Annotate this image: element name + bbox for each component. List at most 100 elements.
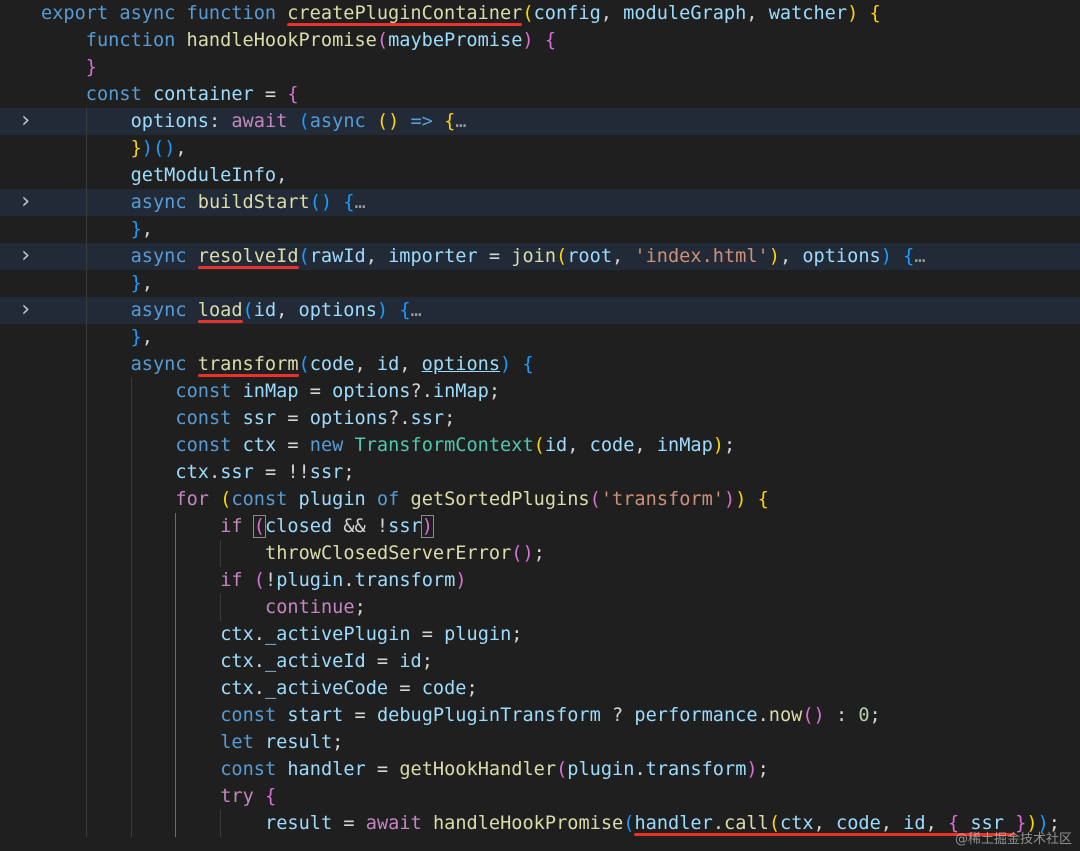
code-token: ) xyxy=(735,489,747,510)
code-token: for xyxy=(175,489,221,510)
code-line[interactable]: } xyxy=(0,54,1080,81)
code-token: = xyxy=(298,381,333,402)
code-text: for (const plugin of getSortedPlugins('t… xyxy=(175,486,768,513)
code-token: , xyxy=(141,273,153,294)
line-gutter xyxy=(0,648,42,675)
code-text: const ctx = new TransformContext(id, cod… xyxy=(175,432,735,459)
code-token: ( xyxy=(623,813,635,834)
code-token: options xyxy=(332,381,411,402)
code-line[interactable]: const ctx = new TransformContext(id, cod… xyxy=(0,432,1080,459)
code-token: ctx xyxy=(780,813,814,834)
code-token: ; xyxy=(757,759,769,780)
code-line[interactable]: const ssr = options?.ssr; xyxy=(0,405,1080,432)
code-token: . xyxy=(253,651,265,672)
code-line[interactable]: let result; xyxy=(0,729,1080,756)
code-line[interactable]: continue; xyxy=(0,594,1080,621)
code-line[interactable]: })(), xyxy=(0,135,1080,162)
code-token: ( xyxy=(376,30,389,51)
code-line[interactable]: getModuleInfo, xyxy=(0,162,1080,189)
code-editor[interactable]: export async function createPluginContai… xyxy=(0,0,1080,851)
code-line[interactable]: if (!plugin.transform) xyxy=(0,567,1080,594)
code-token: plugin xyxy=(276,570,344,591)
code-line[interactable]: try { xyxy=(0,783,1080,810)
code-token: function xyxy=(85,30,187,51)
code-line-folded[interactable]: › options: await (async () => {… xyxy=(0,108,1080,135)
line-gutter: › xyxy=(0,243,42,270)
code-line[interactable]: async transform(code, id, options) { xyxy=(0,351,1080,378)
code-token: async xyxy=(309,111,377,132)
code-token: async xyxy=(119,3,187,24)
code-token: ( xyxy=(768,813,781,834)
code-text: options: await (async () => {… xyxy=(131,108,467,135)
line-gutter xyxy=(0,162,42,189)
code-line[interactable]: ctx._activeId = id; xyxy=(0,648,1080,675)
code-text: async load(id, options) {… xyxy=(131,297,422,324)
code-line[interactable]: ctx._activePlugin = plugin; xyxy=(0,621,1080,648)
code-line-folded[interactable]: › async buildStart() {… xyxy=(0,189,1080,216)
code-token: ( xyxy=(220,489,232,510)
code-line[interactable]: }, xyxy=(0,216,1080,243)
code-line[interactable]: export async function createPluginContai… xyxy=(0,0,1080,27)
line-gutter xyxy=(0,405,42,432)
line-gutter: › xyxy=(0,189,42,216)
code-token: , xyxy=(634,435,657,456)
code-line[interactable]: ctx._activeCode = code; xyxy=(0,675,1080,702)
code-line[interactable]: function handleHookPromise(maybePromise)… xyxy=(0,27,1080,54)
code-token: = xyxy=(365,759,400,780)
code-token: { xyxy=(522,354,534,375)
chevron-right-icon[interactable]: › xyxy=(18,245,33,267)
code-token: ? xyxy=(600,705,635,726)
code-line-folded[interactable]: › async resolveId(rawId, importer = join(… xyxy=(0,243,1080,270)
code-token: transform xyxy=(645,759,747,780)
line-gutter xyxy=(0,594,42,621)
chevron-right-icon[interactable]: › xyxy=(18,299,33,321)
code-line[interactable]: if (closed && !ssr) xyxy=(0,513,1080,540)
code-token: , xyxy=(141,219,153,240)
code-token: export xyxy=(41,3,120,24)
code-token: ) xyxy=(376,300,389,321)
code-token: . xyxy=(253,678,265,699)
code-token: inMap xyxy=(432,381,489,402)
code-token: { xyxy=(399,300,411,321)
code-line-folded[interactable]: › async load(id, options) {… xyxy=(0,297,1080,324)
code-line[interactable]: ctx.ssr = !!ssr; xyxy=(0,459,1080,486)
annotation-underline xyxy=(197,320,243,323)
chevron-right-icon[interactable]: › xyxy=(18,191,33,213)
code-line[interactable]: throwClosedServerError(); xyxy=(0,540,1080,567)
code-line[interactable]: const inMap = options?.inMap; xyxy=(0,378,1080,405)
code-token: ssr xyxy=(242,408,277,429)
code-token: = xyxy=(343,705,377,726)
code-token: handler xyxy=(634,813,713,834)
code-token: ; xyxy=(466,678,478,699)
code-line[interactable]: const start = debugPluginTransform ? per… xyxy=(0,702,1080,729)
code-token: plugin xyxy=(298,489,377,510)
code-line[interactable]: for (const plugin of getSortedPlugins('t… xyxy=(0,486,1080,513)
code-line[interactable]: const handler = getHookHandler(plugin.tr… xyxy=(0,756,1080,783)
code-token: handleHookPromise xyxy=(432,813,624,834)
chevron-right-icon[interactable]: › xyxy=(18,110,33,132)
code-token: { xyxy=(903,246,915,267)
code-token: _activePlugin xyxy=(264,624,411,645)
code-token: function xyxy=(186,3,288,24)
code-line[interactable]: const container = { xyxy=(0,81,1080,108)
code-token: ( xyxy=(533,435,545,456)
code-token: () xyxy=(802,705,825,726)
line-gutter xyxy=(0,513,42,540)
code-token: ; xyxy=(724,435,736,456)
code-token: plugin xyxy=(567,759,635,780)
code-token: , xyxy=(175,138,187,159)
code-token: . xyxy=(634,759,646,780)
code-token: , xyxy=(276,165,288,186)
line-gutter xyxy=(0,54,42,81)
code-token: { xyxy=(264,786,277,807)
line-gutter xyxy=(0,0,42,27)
code-line[interactable]: }, xyxy=(0,270,1080,297)
code-token: ?. xyxy=(388,408,411,429)
code-line[interactable]: }, xyxy=(0,324,1080,351)
code-token: buildStart xyxy=(197,192,310,213)
